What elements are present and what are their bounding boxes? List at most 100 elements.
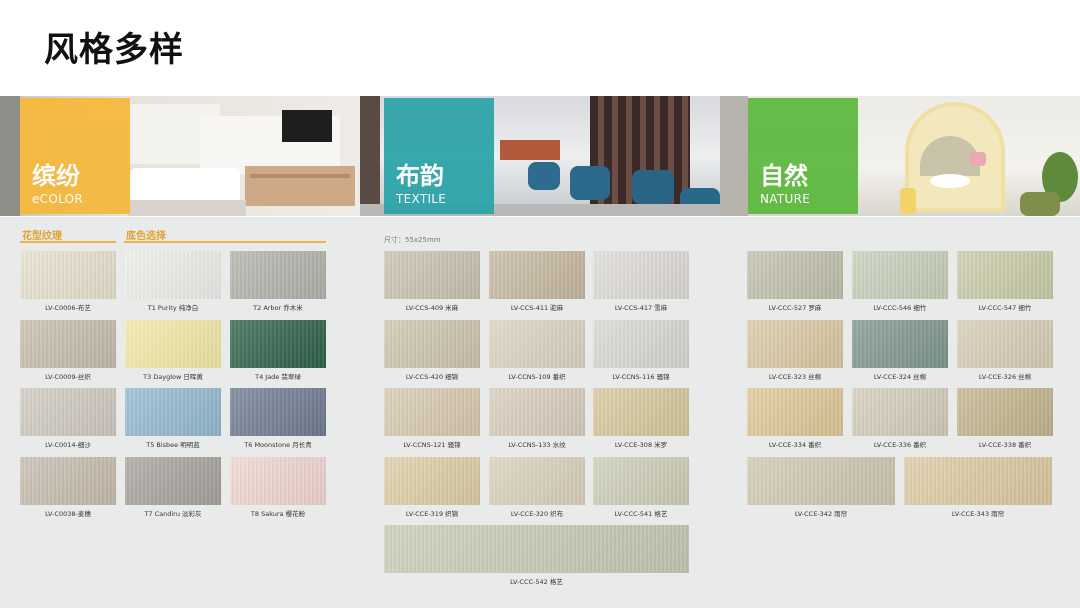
swatch-item: T7 Candiru 淡彩灰 bbox=[125, 457, 221, 518]
swatch-label: LV-CCC-541 格艺 bbox=[614, 510, 668, 518]
swatch-sample bbox=[20, 320, 116, 368]
swatch-item: LV-CCNS-116 骚锦 bbox=[593, 320, 689, 381]
swatch-sample bbox=[20, 457, 116, 505]
swatch-item: T6 Moonstone 月长青 bbox=[230, 388, 326, 449]
swatch-label: LV-CCE-343 雨帘 bbox=[951, 510, 1005, 518]
size-note: 尺寸：55x25mm bbox=[384, 236, 441, 244]
swatch-item: LV-C0009-丝织 bbox=[20, 320, 116, 381]
swatch-sample bbox=[852, 320, 948, 368]
banner-tag-nature-subtitle: NATURE bbox=[760, 192, 811, 206]
swatch-sample bbox=[230, 251, 326, 299]
banner-tag-nature-title: 自然 bbox=[760, 162, 808, 190]
swatch-label: LV-CCNS-109 番织 bbox=[508, 373, 566, 381]
swatch-item: LV-CCC-546 细竹 bbox=[852, 251, 948, 312]
swatch-label: T4 Jade 翡翠绿 bbox=[255, 373, 301, 381]
banner-tag-ecolor-title: 缤纷 bbox=[32, 162, 80, 190]
swatch-item: LV-CCE-342 雨帘 bbox=[747, 457, 895, 518]
swatch-sample bbox=[489, 251, 585, 299]
swatch-label: LV-CCE-323 丝棉 bbox=[768, 373, 822, 381]
swatch-item: T1 Purity 纯净白 bbox=[125, 251, 221, 312]
swatch-label: LV-CCE-342 雨帘 bbox=[794, 510, 848, 518]
banner-tag-ecolor: 缤纷 eCOLOR bbox=[20, 98, 130, 214]
swatch-sample bbox=[957, 251, 1053, 299]
swatch-sample bbox=[852, 251, 948, 299]
swatch-sample bbox=[489, 320, 585, 368]
banner-tag-textile-subtitle: TEXTILE bbox=[396, 192, 447, 206]
swatch-sample bbox=[852, 388, 948, 436]
swatch-label: LV-CCE-308 米罗 bbox=[614, 441, 668, 449]
swatch-item: T5 Bisbee 明明蓝 bbox=[125, 388, 221, 449]
swatch-sample bbox=[20, 388, 116, 436]
swatch-label: LV-C0009-丝织 bbox=[45, 373, 91, 381]
banner-tag-textile-title: 布韵 bbox=[396, 162, 444, 190]
swatch-label: LV-CCS-409 米麻 bbox=[405, 304, 459, 312]
swatch-label: LV-CCE-338 番织 bbox=[978, 441, 1032, 449]
swatch-label: LV-C0038-麦穗 bbox=[45, 510, 91, 518]
heading-base-color: 底色选择 bbox=[126, 231, 166, 242]
swatch-sample bbox=[384, 388, 480, 436]
swatch-label: T1 Purity 纯净白 bbox=[147, 304, 199, 312]
swatch-sample bbox=[384, 251, 480, 299]
swatch-label: LV-CCE-319 织锦 bbox=[405, 510, 459, 518]
swatch-item: LV-CCS-409 米麻 bbox=[384, 251, 480, 312]
swatch-item: LV-C0006-布艺 bbox=[20, 251, 116, 312]
swatch-sample bbox=[593, 388, 689, 436]
swatch-sample bbox=[125, 388, 221, 436]
swatch-label: LV-CCS-417 雪麻 bbox=[614, 304, 668, 312]
swatch-label: T2 Arbor 乔木米 bbox=[253, 304, 303, 312]
swatch-item: LV-CCE-320 织布 bbox=[489, 457, 585, 518]
heading-pattern-texture: 花型纹理 bbox=[22, 231, 62, 242]
swatch-item: LV-CCNS-109 番织 bbox=[489, 320, 585, 381]
swatch-sample bbox=[747, 457, 895, 505]
swatch-item: LV-CCS-420 细锦 bbox=[384, 320, 480, 381]
swatch-label: T6 Moonstone 月长青 bbox=[244, 441, 312, 449]
swatch-label: LV-CCNS-133 水纹 bbox=[508, 441, 566, 449]
swatch-item: LV-CCS-417 雪麻 bbox=[593, 251, 689, 312]
swatch-label: T7 Candiru 淡彩灰 bbox=[144, 510, 202, 518]
swatch-item: LV-CCE-324 丝棉 bbox=[852, 320, 948, 381]
swatch-label: LV-CCS-411 驼麻 bbox=[510, 304, 564, 312]
swatch-sample bbox=[489, 457, 585, 505]
swatch-label: LV-C0006-布艺 bbox=[45, 304, 91, 312]
swatch-item: LV-CCE-326 丝棉 bbox=[957, 320, 1053, 381]
swatch-label: LV-CCE-326 丝棉 bbox=[978, 373, 1032, 381]
style-banner: 缤纷 eCOLOR 布韵 TEXTILE 自然 NATURE bbox=[0, 96, 1080, 216]
swatch-item: LV-CCC-541 格艺 bbox=[593, 457, 689, 518]
swatch-label: LV-CCC-527 罗麻 bbox=[768, 304, 822, 312]
banner-tag-nature: 自然 NATURE bbox=[748, 98, 858, 214]
swatch-item: LV-CCNS-121 骚锦 bbox=[384, 388, 480, 449]
swatch-label: LV-C0014-细沙 bbox=[45, 441, 91, 449]
swatch-label: LV-CCC-546 细竹 bbox=[873, 304, 927, 312]
swatch-item: LV-C0038-麦穗 bbox=[20, 457, 116, 518]
swatch-item: LV-CCS-411 驼麻 bbox=[489, 251, 585, 312]
swatch-sample bbox=[20, 251, 116, 299]
swatch-item: T4 Jade 翡翠绿 bbox=[230, 320, 326, 381]
swatch-sample bbox=[957, 320, 1053, 368]
swatch-sample bbox=[230, 320, 326, 368]
swatch-sample bbox=[230, 457, 326, 505]
swatch-panel: 花型纹理 底色选择 尺寸：55x25mm LV-C0006-布艺 T1 Purit… bbox=[0, 217, 1080, 608]
swatch-label: T3 Dayglow 日晖黄 bbox=[143, 373, 203, 381]
swatch-label: LV-CCNS-121 骚锦 bbox=[403, 441, 461, 449]
swatch-label: T5 Bisbee 明明蓝 bbox=[146, 441, 200, 449]
swatch-sample bbox=[747, 251, 843, 299]
swatch-item: LV-CCE-323 丝棉 bbox=[747, 320, 843, 381]
swatch-item: LV-CCE-336 番织 bbox=[852, 388, 948, 449]
swatch-label: LV-CCE-336 番织 bbox=[873, 441, 927, 449]
swatch-sample bbox=[904, 457, 1052, 505]
swatch-item: LV-CCC-547 细竹 bbox=[957, 251, 1053, 312]
swatch-item: LV-CCC-542 格艺 bbox=[384, 525, 689, 586]
swatch-label: LV-CCE-324 丝棉 bbox=[873, 373, 927, 381]
swatch-item: LV-CCE-308 米罗 bbox=[593, 388, 689, 449]
swatch-sample bbox=[384, 457, 480, 505]
page-title: 风格多样 bbox=[44, 30, 184, 70]
swatch-sample bbox=[125, 320, 221, 368]
swatch-label: LV-CCC-547 细竹 bbox=[978, 304, 1032, 312]
swatch-sample bbox=[384, 525, 689, 573]
swatch-sample bbox=[384, 320, 480, 368]
swatch-item: T3 Dayglow 日晖黄 bbox=[125, 320, 221, 381]
swatch-item: LV-CCC-527 罗麻 bbox=[747, 251, 843, 312]
swatch-sample bbox=[125, 251, 221, 299]
swatch-label: LV-CCE-320 织布 bbox=[510, 510, 564, 518]
swatch-label: LV-CCS-420 细锦 bbox=[405, 373, 459, 381]
